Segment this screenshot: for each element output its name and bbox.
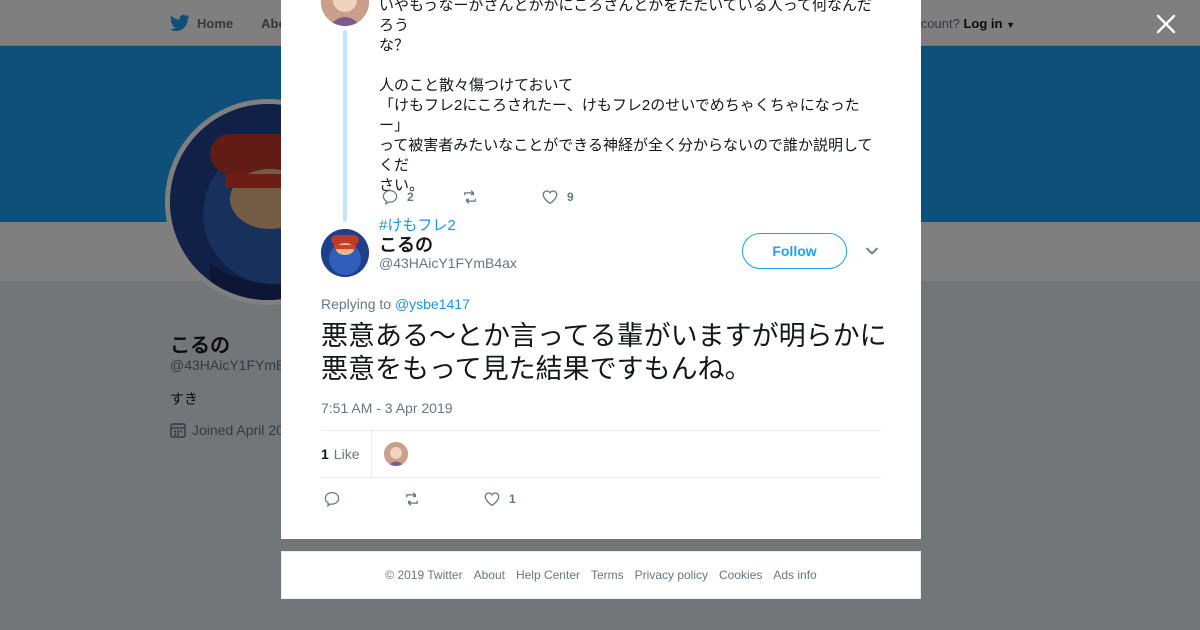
like-count: 9 <box>567 190 574 204</box>
avatar-image <box>321 0 369 26</box>
close-icon[interactable] <box>1153 11 1179 37</box>
likes-number: 1 <box>321 446 329 462</box>
tweet-author-name[interactable]: こるの <box>379 231 433 257</box>
tweet-timestamp[interactable]: 7:51 AM - 3 Apr 2019 <box>321 400 453 416</box>
tweet-author-avatar[interactable] <box>321 229 369 277</box>
follow-button[interactable]: Follow <box>742 233 847 269</box>
previous-tweet-actions: 2 9 <box>381 188 574 206</box>
tweet-actions: 1 <box>323 490 516 508</box>
footer-link-ads-info[interactable]: Ads info <box>773 568 816 582</box>
avatar-image <box>384 442 409 466</box>
avatar-image <box>321 229 369 277</box>
reply-icon <box>382 189 398 206</box>
footer-link-about[interactable]: About <box>474 568 505 582</box>
previous-tweet-avatar[interactable] <box>321 0 369 26</box>
retweet-button[interactable] <box>461 188 541 206</box>
divider <box>321 477 881 478</box>
like-button[interactable]: 9 <box>541 188 574 206</box>
like-button[interactable]: 1 <box>483 490 516 508</box>
footer-link-cookies[interactable]: Cookies <box>719 568 762 582</box>
chevron-down-icon[interactable] <box>865 244 879 258</box>
footer: © 2019 Twitter About Help Center Terms P… <box>281 551 921 599</box>
previous-tweet-line: 人のこと散々傷つけておいて <box>379 77 574 94</box>
previous-tweet-line: 「けもフレ2にころされたー、けもフレ2のせいでめちゃくちゃになったー」 <box>379 97 860 134</box>
retweet-button[interactable] <box>403 490 483 508</box>
reply-count: 2 <box>407 190 414 204</box>
reply-button[interactable]: 2 <box>381 188 461 206</box>
heart-icon <box>484 492 500 507</box>
previous-tweet-line: って被害者みたいなことができる神経が全く分からないので誰か説明してくだ <box>379 137 873 174</box>
footer-link-terms[interactable]: Terms <box>591 568 624 582</box>
likes-label: Like <box>333 446 360 462</box>
previous-tweet-line: いやもうなーがさんとかかにころさんとかをたたいている人って何なんだろう <box>379 0 873 34</box>
tweet-author-handle[interactable]: @43HAicY1FYmB4ax <box>379 255 517 271</box>
footer-link-privacy[interactable]: Privacy policy <box>635 568 708 582</box>
previous-tweet-line: な？ <box>379 37 410 54</box>
thread-connector-line <box>343 30 347 222</box>
footer-copyright: © 2019 Twitter <box>385 568 463 582</box>
retweet-icon <box>406 492 418 506</box>
footer-link-help-center[interactable]: Help Center <box>516 568 580 582</box>
liker-avatar[interactable] <box>384 442 409 466</box>
tweet-modal: いやもうなーがさんとかかにころさんとかをたたいている人って何なんだろう な？ 人… <box>281 0 921 539</box>
like-count: 1 <box>509 492 516 506</box>
replying-to-link[interactable]: @ysbe1417 <box>395 296 470 312</box>
heart-icon <box>542 190 558 205</box>
reply-icon <box>324 491 340 508</box>
replying-to-line: Replying to @ysbe1417 <box>321 296 470 312</box>
likes-row: 1 Like <box>321 431 881 477</box>
replying-prefix: Replying to <box>321 296 392 312</box>
tweet-text: 悪意ある～とか言ってる輩がいますが明らかに悪意をもって見た結果ですもんね。 <box>321 321 887 384</box>
retweet-icon <box>464 190 476 204</box>
likes-summary[interactable]: 1 Like <box>321 431 373 477</box>
reply-button[interactable] <box>323 490 403 508</box>
